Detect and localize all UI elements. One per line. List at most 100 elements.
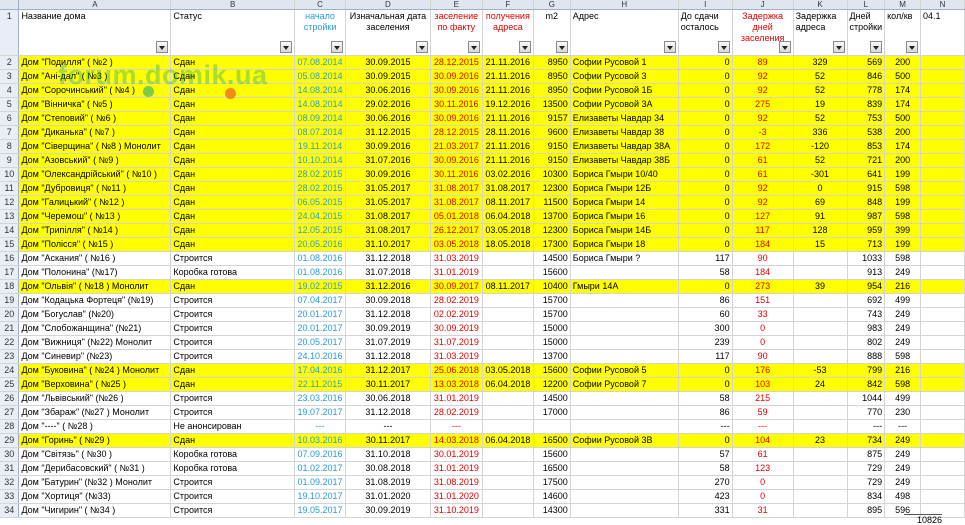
cell-left-days[interactable]: 86 — [678, 405, 733, 420]
cell-orig-date[interactable]: 30.06.2016 — [345, 111, 431, 126]
row-number[interactable]: 19 — [0, 293, 20, 308]
cell-start-date[interactable]: 19.02.2015 — [294, 279, 347, 294]
cell-build-days[interactable]: 915 — [847, 181, 886, 196]
cell-delay-days[interactable]: 127 — [732, 209, 794, 224]
cell-apartments[interactable]: 500 — [884, 111, 922, 126]
cell-delay-days[interactable]: 273 — [732, 279, 794, 294]
cell-address-date[interactable] — [482, 307, 534, 322]
cell-actual-date[interactable]: 30.11.2016 — [430, 97, 483, 112]
cell-address[interactable] — [570, 447, 679, 462]
cell-m2[interactable] — [533, 419, 571, 434]
cell-delay-days[interactable]: 184 — [732, 237, 794, 252]
cell-start-date[interactable]: 01.08.2016 — [294, 251, 347, 266]
cell-status[interactable]: Строится — [170, 391, 296, 406]
cell-left-days[interactable]: 239 — [678, 335, 733, 350]
cell-apartments[interactable]: 499 — [884, 293, 922, 308]
filter-dropdown-icon[interactable] — [415, 41, 428, 53]
cell-left-days[interactable]: 0 — [678, 363, 733, 378]
cell-orig-date[interactable]: 31.08.2017 — [345, 223, 431, 238]
cell-delay-days[interactable]: 123 — [732, 461, 794, 476]
cell-address-date[interactable]: 08.11.2017 — [482, 195, 534, 210]
cell-house-name[interactable]: Дом "Львівський" (№26 ) — [18, 391, 172, 406]
cell-delay-days[interactable]: 61 — [732, 447, 794, 462]
cell-orig-date[interactable]: 30.11.2017 — [345, 433, 431, 448]
cell-orig-date[interactable]: 31.01.2020 — [345, 489, 431, 504]
cell-address-date[interactable] — [482, 419, 534, 434]
column-header[interactable]: K — [793, 0, 848, 10]
cell-extra[interactable] — [920, 461, 965, 476]
cell-actual-date[interactable]: 26.12.2017 — [430, 223, 483, 238]
cell-address-date[interactable]: 03.02.2016 — [482, 167, 534, 182]
cell-build-days[interactable]: 1033 — [847, 251, 886, 266]
cell-address-date[interactable] — [482, 475, 534, 490]
cell-left-days[interactable]: 0 — [678, 209, 733, 224]
cell-orig-date[interactable]: 30.09.2015 — [345, 69, 431, 84]
cell-delay-days[interactable]: 176 — [732, 363, 794, 378]
cell-left-days[interactable]: 300 — [678, 321, 733, 336]
cell-apartments[interactable]: 598 — [884, 349, 922, 364]
cell-extra[interactable] — [920, 209, 965, 224]
cell-address-delay[interactable]: 91 — [793, 209, 848, 224]
cell-start-date[interactable]: 24.10.2016 — [294, 349, 347, 364]
row-number[interactable]: 33 — [0, 489, 20, 504]
cell-address-date[interactable] — [482, 251, 534, 266]
cell-address-delay[interactable] — [793, 405, 848, 420]
cell-house-name[interactable]: Дом "Вінничка" ( №5 ) — [18, 97, 172, 112]
cell-status[interactable]: Сдан — [170, 223, 296, 238]
cell-house-name[interactable]: Дом "Олександрійський" ( №10 ) — [18, 167, 172, 182]
cell-apartments[interactable]: 174 — [884, 83, 922, 98]
cell-address-date[interactable]: 31.08.2017 — [482, 181, 534, 196]
cell-m2[interactable]: 13700 — [533, 209, 571, 224]
cell-status[interactable]: Строится — [170, 321, 296, 336]
row-number[interactable]: 32 — [0, 475, 20, 490]
cell-extra[interactable] — [920, 69, 965, 84]
cell-m2[interactable]: 15000 — [533, 321, 571, 336]
cell-apartments[interactable]: 200 — [884, 153, 922, 168]
cell-start-date[interactable]: 08.07.2014 — [294, 125, 347, 140]
cell-delay-days[interactable]: 0 — [732, 489, 794, 504]
cell-build-days[interactable]: 538 — [847, 125, 886, 140]
cell-address[interactable]: Бориса Гмыри 10/40 — [570, 167, 679, 182]
cell-m2[interactable]: 16500 — [533, 461, 571, 476]
cell-start-date[interactable]: 10.10.2014 — [294, 153, 347, 168]
cell-build-days[interactable]: 770 — [847, 405, 886, 420]
cell-status[interactable]: Сдан — [170, 69, 296, 84]
cell-apartments[interactable]: 500 — [884, 69, 922, 84]
cell-delay-days[interactable]: 275 — [732, 97, 794, 112]
cell-left-days[interactable]: 0 — [678, 97, 733, 112]
header-cell-address[interactable]: Адрес — [570, 9, 679, 56]
cell-address-date[interactable] — [482, 405, 534, 420]
column-header[interactable]: N — [920, 0, 965, 10]
cell-extra[interactable] — [920, 97, 965, 112]
column-header[interactable]: B — [170, 0, 296, 10]
row-number[interactable]: 24 — [0, 363, 20, 378]
cell-left-days[interactable]: 0 — [678, 223, 733, 238]
cell-delay-days[interactable]: 103 — [732, 377, 794, 392]
cell-address[interactable]: Елизаветы Чавдар 38 — [570, 125, 679, 140]
cell-left-days[interactable]: 0 — [678, 153, 733, 168]
cell-orig-date[interactable]: 31.12.2018 — [345, 307, 431, 322]
cell-address-date[interactable]: 06.04.2018 — [482, 209, 534, 224]
header-cell-address-delay[interactable]: Задержка адреса — [793, 9, 848, 56]
cell-delay-days[interactable]: 61 — [732, 167, 794, 182]
cell-house-name[interactable]: Дом "Аскания" ( №16 ) — [18, 251, 172, 266]
row-number[interactable]: 21 — [0, 321, 20, 336]
cell-m2[interactable]: 12200 — [533, 377, 571, 392]
cell-address[interactable] — [570, 419, 679, 434]
cell-start-date[interactable]: 08.09.2014 — [294, 111, 347, 126]
cell-apartments[interactable]: 499 — [884, 391, 922, 406]
cell-orig-date[interactable]: 30.09.2015 — [345, 55, 431, 70]
row-number[interactable]: 26 — [0, 391, 20, 406]
cell-address-delay[interactable]: 52 — [793, 153, 848, 168]
cell-apartments[interactable]: 249 — [884, 447, 922, 462]
cell-address-delay[interactable]: 0 — [793, 181, 848, 196]
cell-m2[interactable]: 15700 — [533, 293, 571, 308]
cell-orig-date[interactable]: 30.09.2018 — [345, 293, 431, 308]
cell-start-date[interactable]: 14.08.2014 — [294, 97, 347, 112]
filter-dropdown-icon[interactable] — [717, 41, 730, 53]
cell-m2[interactable]: 15600 — [533, 363, 571, 378]
cell-start-date[interactable]: 28.02.2015 — [294, 167, 347, 182]
cell-actual-date[interactable]: 28.12.2015 — [430, 125, 483, 140]
cell-m2[interactable]: 9150 — [533, 139, 571, 154]
cell-status[interactable]: Строится — [170, 475, 296, 490]
